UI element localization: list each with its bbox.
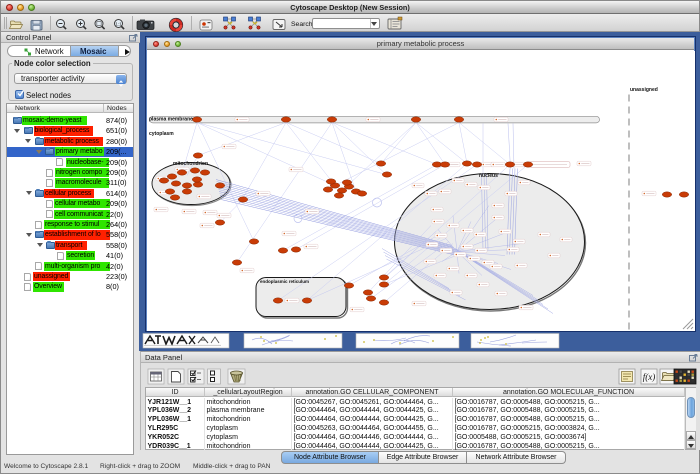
svg-text:plasma membrane: plasma membrane — [149, 116, 193, 122]
svg-text:mitochondrion: mitochondrion — [173, 161, 208, 167]
svg-text:cytoplasm: cytoplasm — [149, 131, 174, 137]
svg-text:Search:: Search: — [291, 21, 315, 28]
svg-text:f(x): f(x) — [643, 372, 656, 382]
svg-text:1:1: 1:1 — [115, 21, 122, 26]
svg-text:endoplasmic reticulum: endoplasmic reticulum — [260, 279, 309, 284]
svg-text:nucleus: nucleus — [479, 173, 498, 179]
svg-text:unassigned: unassigned — [630, 87, 658, 93]
